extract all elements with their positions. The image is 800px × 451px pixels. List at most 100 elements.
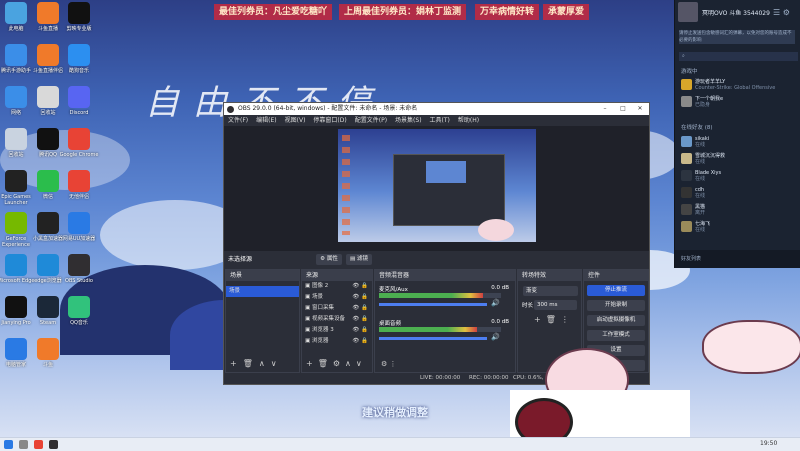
control-button[interactable]: 开始录制 — [587, 300, 645, 311]
source-name: 浏览器 3 — [311, 327, 334, 333]
scene-item[interactable]: 场景 — [226, 286, 299, 297]
menu-edit[interactable]: 编辑(E) — [256, 115, 276, 126]
source-name: 视频采集设备 — [311, 316, 345, 322]
menu-scene-collection[interactable]: 场景集(S) — [395, 115, 422, 126]
gear-icon: ⚙ — [320, 256, 326, 262]
friend-item[interactable]: 七海飞 在线 — [681, 220, 796, 234]
friend-search-input[interactable]: ⌕ — [679, 52, 798, 61]
section-online: 在线好友 (8) — [681, 125, 713, 131]
chrome-taskbar-icon[interactable] — [34, 440, 43, 449]
desktop-icon-label: Discord — [69, 110, 89, 116]
no-source-label: 未选择源 — [228, 256, 253, 263]
search-icon[interactable] — [19, 440, 28, 449]
windows-start-icon[interactable] — [4, 440, 13, 449]
friend-item[interactable]: 游玩者羊羊LY Counter-Strike: Global Offensive — [681, 78, 796, 92]
source-item[interactable]: ▣ 场景 👁 🔒 — [302, 292, 372, 303]
mixer-settings-icon[interactable]: ⚙ ⋮ — [381, 360, 397, 368]
track-name: 桌面音频 — [379, 321, 402, 327]
menu-file[interactable]: 文件(F) — [228, 115, 248, 126]
app-icon — [68, 254, 90, 276]
source-type-icon: ▣ — [305, 338, 311, 344]
source-item[interactable]: ▣ 浏览器 3 👁 🔒 — [302, 325, 372, 336]
track-db: 0.0 dB — [491, 285, 509, 291]
properties-button[interactable]: ⚙ 属性 — [316, 254, 342, 265]
speaker-icon[interactable]: 🔊 — [491, 333, 500, 341]
control-button[interactable]: 启动虚拟摄像机 — [587, 315, 645, 326]
scenes-dock: 场景 场景 +🗑∧∨ — [225, 269, 300, 373]
friend-status: 在线 — [695, 193, 706, 199]
source-type-icon: ▣ — [305, 316, 311, 322]
source-item[interactable]: ▣ 视频采集设备 👁 🔒 — [302, 314, 372, 325]
source-toolbar: 未选择源 ⚙ 属性 ▤ 滤镜 — [224, 251, 649, 268]
source-name: 图像 2 — [311, 283, 329, 289]
avatar — [681, 79, 692, 90]
minimize-icon[interactable]: – — [596, 103, 614, 115]
avatar — [681, 204, 692, 215]
control-button[interactable]: 工作室模式 — [587, 330, 645, 341]
visibility-lock-icons[interactable]: 👁 🔒 — [352, 281, 368, 292]
transition-select[interactable]: 渐变 — [523, 286, 578, 296]
desktop-icon[interactable]: 无他伴侣 — [55, 170, 103, 200]
clock: 19:50 — [760, 440, 778, 447]
visibility-lock-icons[interactable]: 👁 🔒 — [352, 336, 368, 347]
desktop-icon[interactable]: 网易UU加速器 — [55, 212, 103, 242]
menu-tools[interactable]: 工具(T) — [430, 115, 450, 126]
control-button[interactable]: 停止推流 — [587, 285, 645, 296]
scenes-toolbar[interactable]: +🗑∧∨ — [230, 359, 283, 368]
obs-taskbar-icon[interactable] — [49, 440, 58, 449]
menu-help[interactable]: 帮助(H) — [458, 115, 479, 126]
friend-item[interactable]: 下一个朝我e 已隐身 — [681, 95, 796, 109]
friend-item[interactable]: sikaki 在线 — [681, 135, 796, 149]
desktop-icon[interactable]: OBS Studio — [55, 254, 103, 284]
notice-text: 请停止发送包含敏感词汇的弹幕，以免对您的账号造成不必要的影响 — [679, 30, 795, 44]
speaker-icon[interactable]: 🔊 — [491, 299, 500, 307]
friend-item[interactable]: Blade Xiys 在线 — [681, 169, 796, 183]
desktop-icon[interactable]: 斗鱼 — [24, 338, 72, 368]
sources-toolbar[interactable]: +🗑⚙∧∨ — [306, 359, 367, 368]
duration-value: 300 ms — [537, 302, 558, 308]
desktop-icon[interactable]: 酷狗音乐 — [55, 44, 103, 74]
avatar[interactable] — [678, 2, 698, 22]
app-icon — [68, 2, 90, 24]
chat-icon[interactable]: ☰ ⚙ — [773, 8, 790, 17]
obs-logo-icon — [227, 106, 234, 113]
app-icon — [68, 128, 90, 150]
desktop-icon-label: 酷狗音乐 — [68, 68, 89, 74]
maximize-icon[interactable]: □ — [614, 103, 632, 115]
visibility-lock-icons[interactable]: 👁 🔒 — [352, 292, 368, 303]
user-name: 冥明OVO — [702, 10, 728, 17]
friends-footer[interactable]: 好友列表 — [675, 250, 800, 268]
transition-toolbar[interactable]: +🗑⋮ — [534, 315, 574, 324]
volume-slider[interactable] — [379, 303, 487, 306]
menu-profile[interactable]: 配置文件(P) — [355, 115, 387, 126]
visibility-lock-icons[interactable]: 👁 🔒 — [352, 303, 368, 314]
friend-item[interactable]: cdh 在线 — [681, 186, 796, 200]
obs-preview[interactable] — [224, 126, 649, 251]
menu-docks[interactable]: 停靠窗口(D) — [313, 115, 346, 126]
subtitle-text: 建议稍做调整 — [362, 406, 428, 419]
source-type-icon: ▣ — [305, 305, 311, 311]
volume-slider[interactable] — [379, 337, 487, 340]
visibility-lock-icons[interactable]: 👁 🔒 — [352, 325, 368, 336]
friend-status: 在线 — [695, 176, 706, 182]
friend-item[interactable]: 雪城沉沉得救 在线 — [681, 152, 796, 166]
avatar — [681, 221, 692, 232]
duration-input[interactable]: 300 ms — [534, 300, 577, 310]
obs-titlebar[interactable]: OBS 29.0.0 (64-bit, windows) - 配置文件: 未命名… — [224, 103, 649, 115]
filter-icon: ▤ — [350, 256, 356, 262]
source-item[interactable]: ▣ 窗口采集 👁 🔒 — [302, 303, 372, 314]
desktop-icon[interactable]: Discord — [55, 86, 103, 116]
source-item[interactable]: ▣ 图像 2 👁 🔒 — [302, 281, 372, 292]
desktop-icon[interactable]: QQ音乐 — [55, 296, 103, 326]
filters-button[interactable]: ▤ 滤镜 — [346, 254, 372, 265]
friend-item[interactable]: 黑猫 离开 — [681, 203, 796, 217]
source-item[interactable]: ▣ 浏览器 👁 🔒 — [302, 336, 372, 347]
desktop-icon[interactable]: 剪映专业版 — [55, 2, 103, 32]
visibility-lock-icons[interactable]: 👁 🔒 — [352, 314, 368, 325]
app-icon — [68, 170, 90, 192]
close-icon[interactable]: ✕ — [631, 103, 649, 115]
obs-window: OBS 29.0.0 (64-bit, windows) - 配置文件: 未命名… — [223, 102, 650, 385]
menu-view[interactable]: 视图(V) — [285, 115, 306, 126]
desktop-icon[interactable]: Google Chrome — [55, 128, 103, 158]
mixer-track: 桌面音频 0.0 dB 🔊 — [379, 319, 511, 349]
